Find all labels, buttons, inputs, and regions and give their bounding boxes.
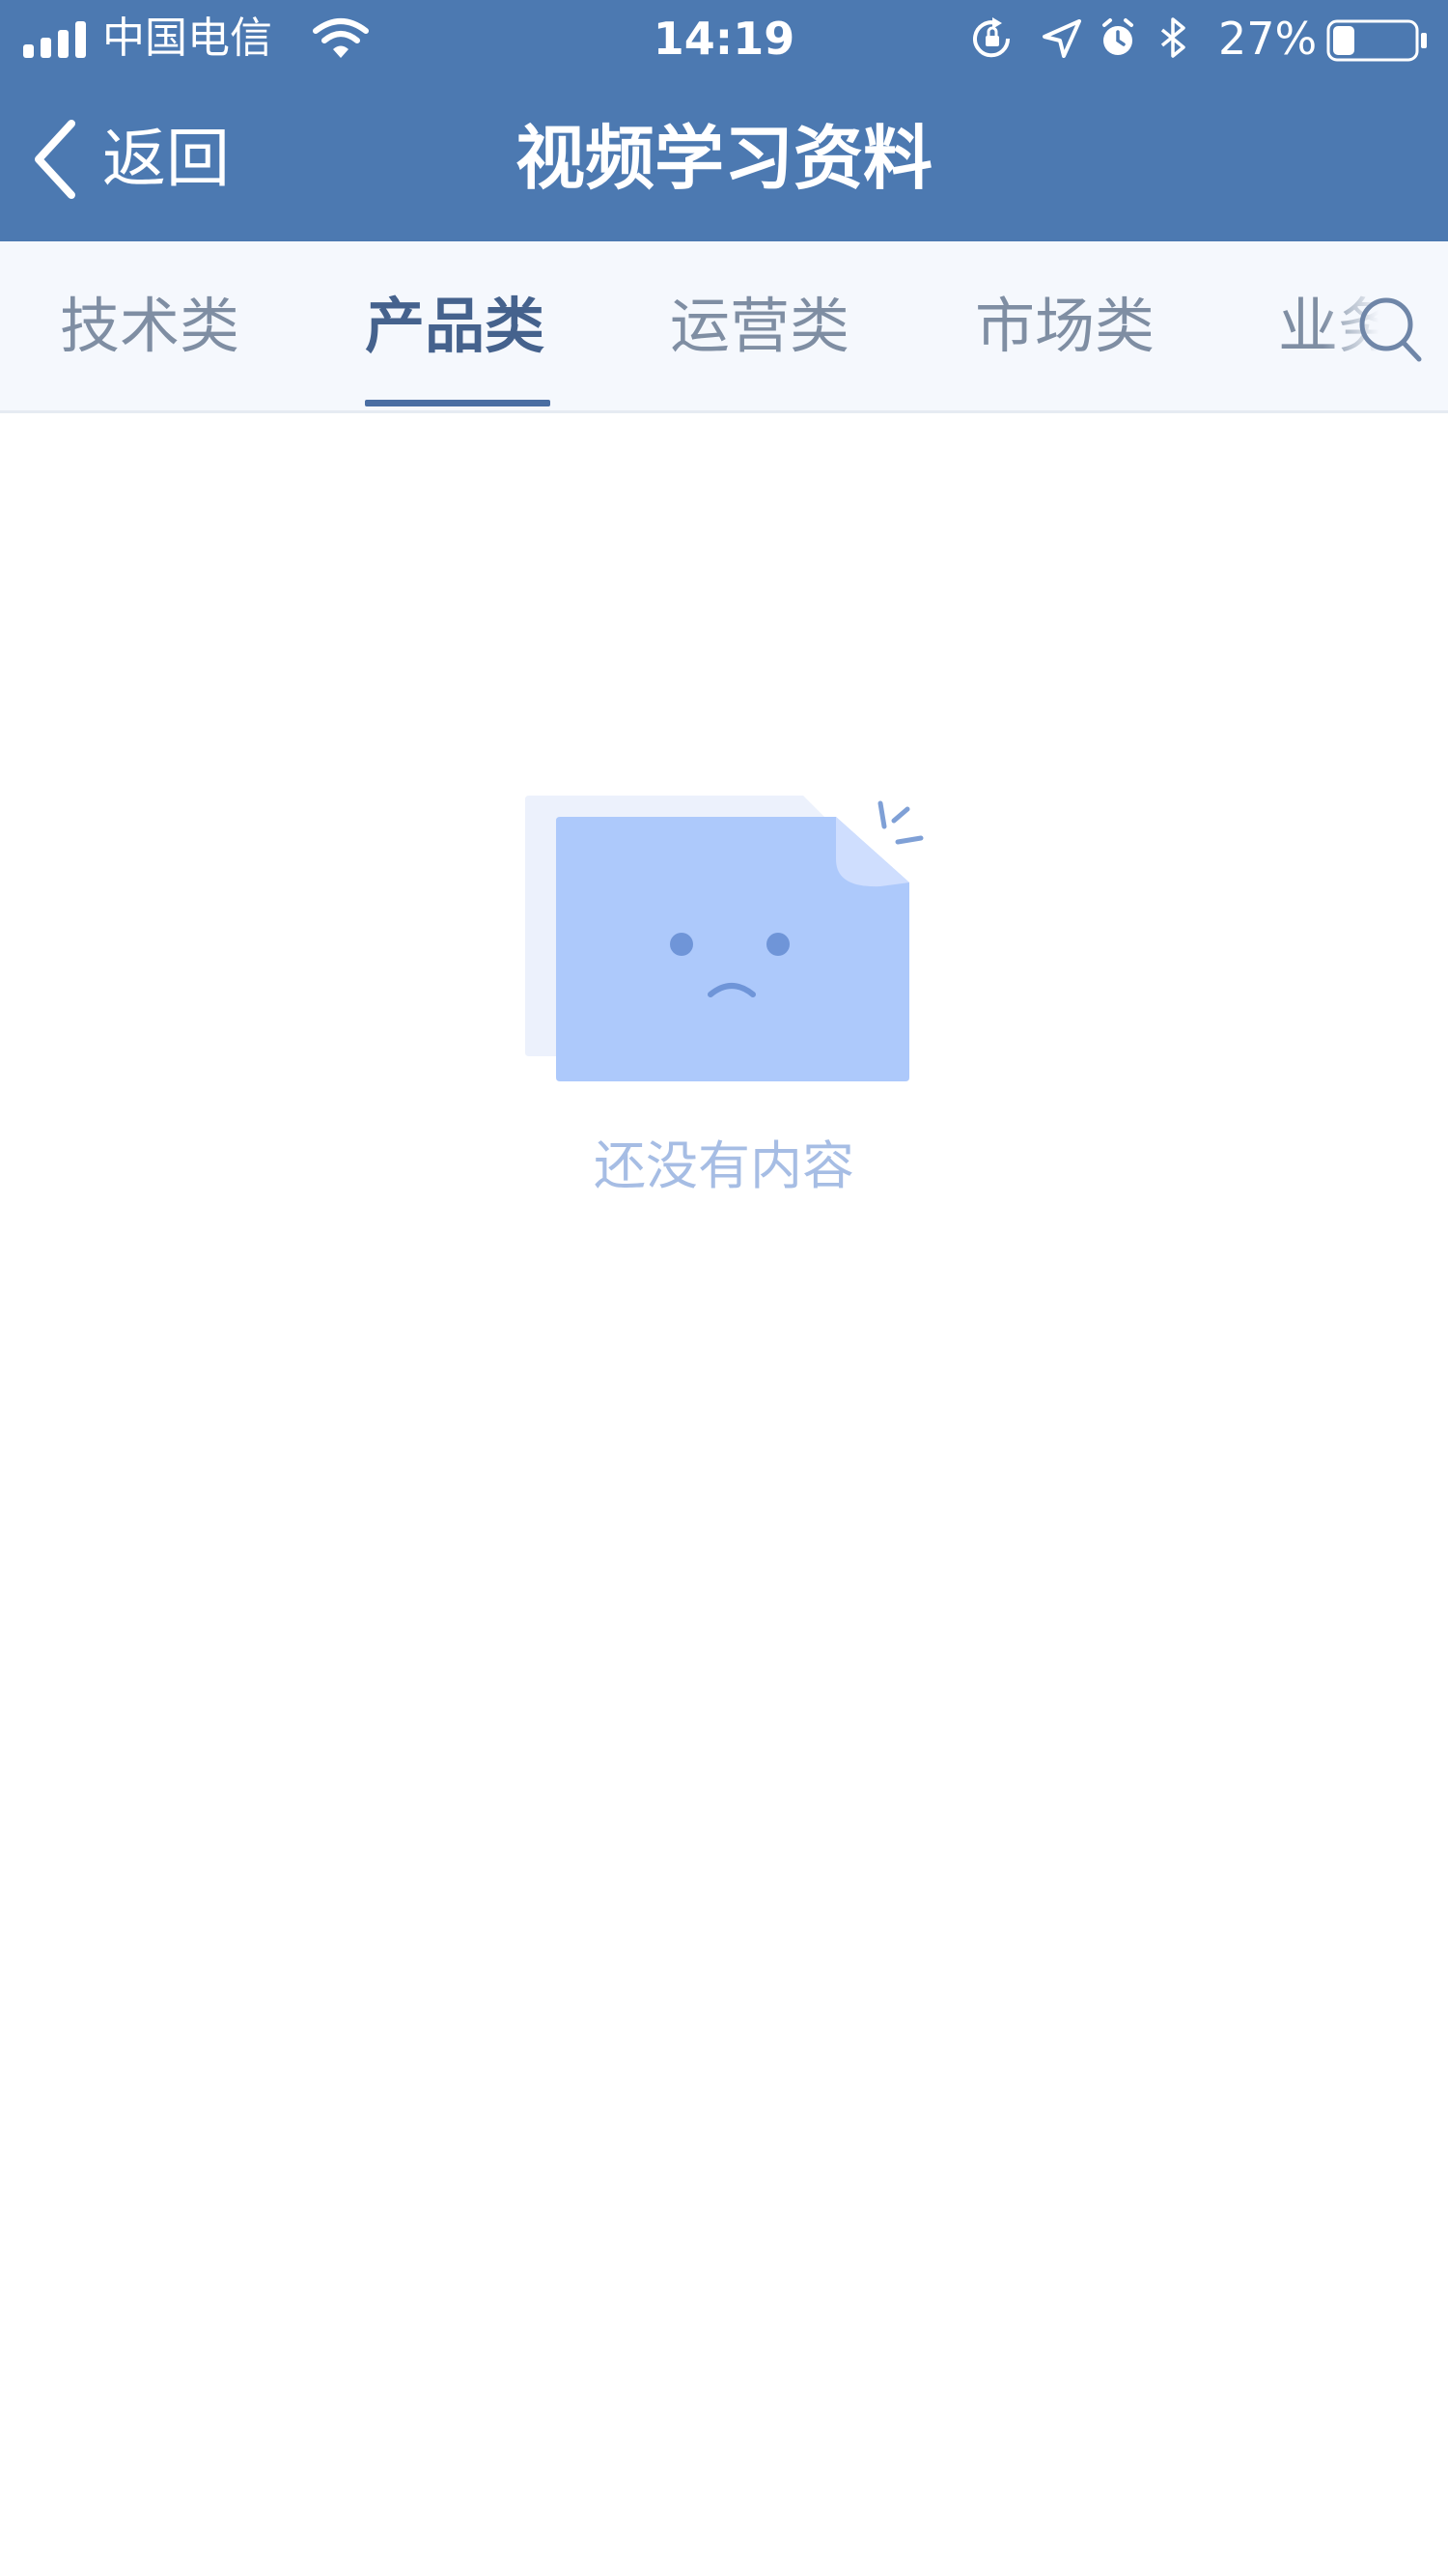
status-bar: 中国电信 14:19 27% bbox=[0, 0, 1448, 77]
battery-percent: 27% bbox=[1218, 13, 1318, 65]
chevron-left-icon bbox=[35, 120, 75, 199]
status-icons bbox=[973, 17, 1185, 58]
alarm-icon bbox=[1102, 18, 1133, 55]
tab-运营类[interactable]: 运营类 bbox=[670, 241, 849, 410]
app-header: 中国电信 14:19 27% 返回 视频学习资料 bbox=[0, 0, 1448, 241]
back-label: 返回 bbox=[102, 122, 230, 196]
tab-市场类[interactable]: 市场类 bbox=[975, 241, 1155, 410]
active-tab-indicator bbox=[365, 400, 550, 406]
back-button[interactable]: 返回 bbox=[31, 116, 263, 203]
category-tabs: 技术类 产品类 运营类 市场类 业务 bbox=[0, 241, 1448, 413]
search-icon[interactable] bbox=[1351, 290, 1429, 367]
navigation-bar: 返回 视频学习资料 bbox=[0, 77, 1448, 241]
bluetooth-icon bbox=[1160, 17, 1185, 58]
battery-icon bbox=[1326, 19, 1427, 62]
tab-技术类[interactable]: 技术类 bbox=[60, 241, 239, 410]
location-icon bbox=[1043, 19, 1081, 58]
empty-state-message: 还没有内容 bbox=[594, 1135, 854, 1196]
tab-产品类[interactable]: 产品类 bbox=[365, 241, 544, 410]
empty-document-icon bbox=[525, 796, 924, 1081]
rotation-lock-icon bbox=[973, 17, 1011, 58]
